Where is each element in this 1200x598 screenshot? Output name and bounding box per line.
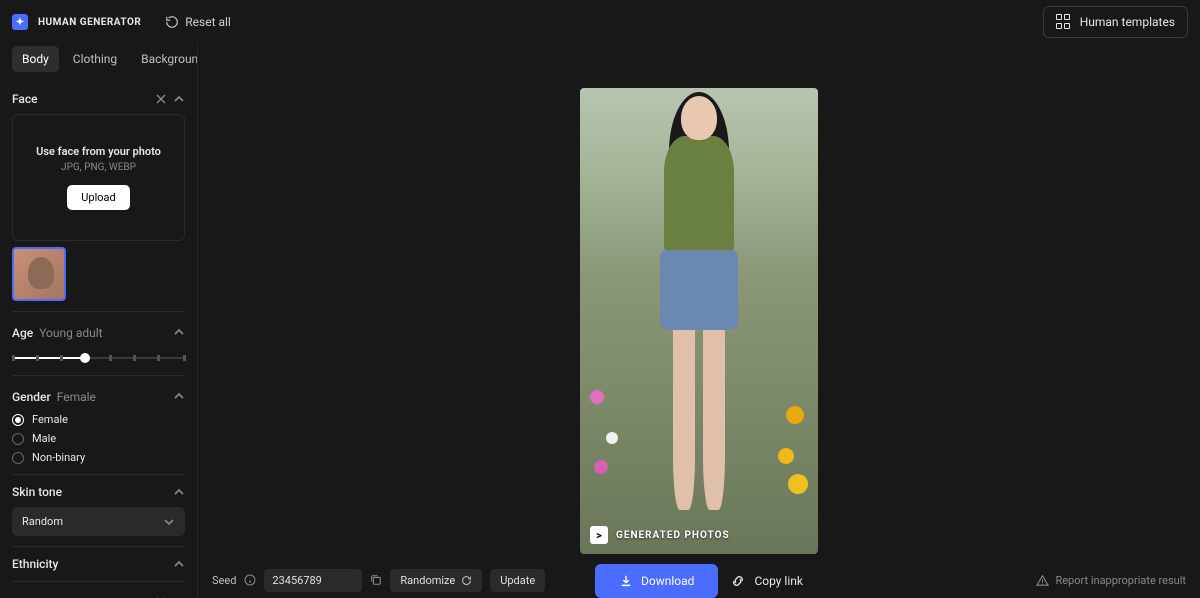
gender-option-male[interactable]: Male bbox=[12, 432, 185, 445]
skin-header[interactable]: Skin tone bbox=[12, 485, 185, 499]
header-left: ✦ HUMAN GENERATOR Reset all bbox=[12, 14, 231, 30]
refresh-icon bbox=[461, 575, 472, 586]
brand-title: HUMAN GENERATOR bbox=[38, 17, 141, 28]
watermark: > GENERATED PHOTOS bbox=[590, 526, 730, 544]
skin-title: Skin tone bbox=[12, 485, 62, 499]
face-upload-dropzone[interactable]: Use face from your photo JPG, PNG, WEBP … bbox=[12, 114, 185, 241]
face-thumbnail-selected[interactable] bbox=[12, 247, 66, 301]
seed-label: Seed bbox=[212, 574, 236, 587]
gender-title: Gender bbox=[12, 390, 51, 404]
templates-icon bbox=[1056, 14, 1072, 30]
tab-body[interactable]: Body bbox=[12, 46, 59, 72]
section-face: Face Use face from your photo JPG, PNG, … bbox=[12, 84, 185, 311]
chevron-up-icon bbox=[173, 93, 185, 105]
templates-label: Human templates bbox=[1080, 15, 1175, 29]
sidebar: Body Clothing Background Face Use face f… bbox=[0, 44, 198, 598]
update-button[interactable]: Update bbox=[490, 569, 545, 592]
ethnicity-title: Ethnicity bbox=[12, 557, 58, 571]
chevron-up-icon bbox=[173, 326, 185, 338]
skin-tone-select[interactable]: Random bbox=[12, 507, 185, 536]
warning-icon bbox=[1036, 574, 1049, 587]
chevron-up-icon bbox=[173, 390, 185, 402]
gender-option-female[interactable]: Female bbox=[12, 413, 185, 426]
prompt-header[interactable]: Add something upi bbox=[12, 592, 185, 598]
section-gender: Gender Female Female Male Non-binary bbox=[12, 375, 185, 474]
section-ethnicity: Ethnicity bbox=[12, 546, 185, 581]
gender-value: Female bbox=[57, 390, 96, 404]
watermark-text: GENERATED PHOTOS bbox=[616, 530, 730, 541]
section-skin-tone: Skin tone Random bbox=[12, 474, 185, 546]
upload-formats: JPG, PNG, WEBP bbox=[23, 162, 174, 173]
report-label: Report inappropriate result bbox=[1055, 574, 1186, 587]
logo-icon: ✦ bbox=[12, 14, 28, 30]
age-slider[interactable] bbox=[12, 351, 185, 365]
face-title: Face bbox=[12, 92, 38, 106]
reset-label: Reset all bbox=[185, 15, 231, 29]
section-age: Age Young adult bbox=[12, 311, 185, 375]
copy-icon[interactable] bbox=[370, 574, 382, 586]
generated-image[interactable]: > GENERATED PHOTOS bbox=[580, 88, 818, 554]
canvas-area: > GENERATED PHOTOS Download Copy link bbox=[198, 44, 1200, 598]
face-header[interactable]: Face bbox=[12, 92, 185, 106]
header: ✦ HUMAN GENERATOR Reset all Human templa… bbox=[0, 0, 1200, 44]
gender-radio-group: Female Male Non-binary bbox=[12, 413, 185, 464]
ethnicity-header[interactable]: Ethnicity bbox=[12, 557, 185, 571]
chevron-up-icon bbox=[173, 558, 185, 570]
age-header[interactable]: Age Young adult bbox=[12, 322, 185, 341]
randomize-button[interactable]: Randomize bbox=[390, 569, 482, 592]
close-icon[interactable] bbox=[155, 93, 167, 105]
seed-input[interactable] bbox=[264, 569, 362, 592]
section-prompt: Add something upi woman in a garden with… bbox=[12, 581, 185, 598]
watermark-badge-icon: > bbox=[590, 526, 608, 544]
upload-title: Use face from your photo bbox=[23, 145, 174, 158]
info-icon[interactable] bbox=[244, 574, 256, 586]
human-templates-button[interactable]: Human templates bbox=[1043, 6, 1188, 38]
sidebar-tabs: Body Clothing Background bbox=[0, 44, 197, 84]
randomize-label: Randomize bbox=[400, 574, 455, 587]
report-button[interactable]: Report inappropriate result bbox=[1036, 574, 1186, 587]
upload-button[interactable]: Upload bbox=[67, 185, 129, 210]
chevron-down-icon bbox=[163, 516, 175, 528]
chevron-up-icon bbox=[173, 486, 185, 498]
tab-clothing[interactable]: Clothing bbox=[63, 46, 127, 72]
footer-bar: Seed Randomize Update Report inappropria… bbox=[198, 562, 1200, 598]
age-value: Young adult bbox=[39, 326, 102, 340]
reset-icon bbox=[165, 15, 179, 29]
age-title: Age bbox=[12, 326, 33, 340]
gender-header[interactable]: Gender Female bbox=[12, 386, 185, 405]
gender-option-nonbinary[interactable]: Non-binary bbox=[12, 451, 185, 464]
reset-all-button[interactable]: Reset all bbox=[165, 15, 231, 29]
skin-tone-value: Random bbox=[22, 515, 63, 528]
tab-background[interactable]: Background bbox=[131, 46, 198, 72]
